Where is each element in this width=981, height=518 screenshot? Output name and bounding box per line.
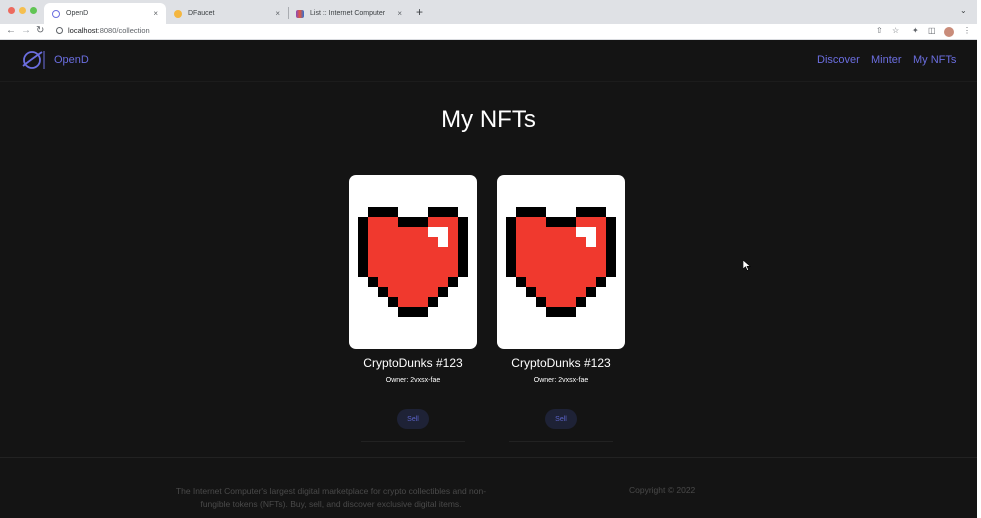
page: OpenD Discover Minter My NFTs My NFTs Cr… (0, 40, 977, 518)
app-header: OpenD Discover Minter My NFTs (0, 40, 977, 82)
footer-description: The Internet Computer's largest digital … (175, 486, 487, 509)
tab-opend[interactable]: OpenD × (44, 3, 166, 24)
nft-card[interactable]: CryptoDunks #123 Owner: 2vxsx-fae Sell (497, 175, 625, 442)
tab-internet-computer[interactable]: List :: Internet Computer × (288, 3, 410, 24)
maximize-window-button[interactable] (30, 7, 37, 14)
nft-owner: Owner: 2vxsx-fae (385, 377, 441, 384)
close-tab-icon[interactable]: × (275, 9, 280, 18)
nft-image[interactable] (349, 175, 477, 349)
footer-divider (0, 457, 977, 458)
info-icon[interactable] (56, 27, 63, 34)
card-divider (509, 441, 613, 442)
url-host: localhost (68, 26, 98, 35)
new-tab-button[interactable]: + (416, 5, 423, 19)
nav-minter[interactable]: Minter (871, 54, 902, 66)
share-icon[interactable]: ⇧ (876, 26, 883, 35)
more-icon[interactable]: ⋮ (963, 26, 971, 35)
brand-name[interactable]: OpenD (54, 54, 89, 66)
nav-my-nfts[interactable]: My NFTs (913, 54, 956, 66)
url-field[interactable]: localhost:8080/collection (68, 26, 150, 35)
sell-button[interactable]: Sell (545, 409, 577, 429)
tab-search-icon[interactable]: ⌄ (960, 6, 967, 15)
ic-favicon-icon (296, 9, 304, 18)
reload-icon[interactable]: ↻ (36, 25, 44, 36)
tab-title: List :: Internet Computer (310, 10, 386, 17)
opend-favicon-icon (52, 9, 60, 18)
pixel-heart-icon (506, 207, 616, 317)
pixel-heart-icon (358, 207, 468, 317)
tab-title: DFaucet (188, 10, 215, 17)
page-title: My NFTs (441, 106, 536, 133)
browser-tab-bar: OpenD × DFaucet × List :: Internet Compu… (0, 0, 977, 24)
forward-icon[interactable]: → (21, 25, 31, 36)
nft-card[interactable]: CryptoDunks #123 Owner: 2vxsx-fae Sell (349, 175, 477, 442)
close-tab-icon[interactable]: × (153, 9, 158, 18)
dfaucet-favicon-icon (174, 9, 182, 18)
sidebar-icon[interactable]: ◫ (928, 26, 936, 35)
avatar[interactable] (944, 27, 954, 37)
card-divider (361, 441, 465, 442)
close-tab-icon[interactable]: × (397, 9, 402, 18)
puzzle-icon[interactable]: ✦ (912, 26, 919, 35)
url-path: :8080/collection (97, 26, 150, 35)
nft-name: CryptoDunks #123 (363, 356, 463, 370)
minimize-window-button[interactable] (19, 7, 26, 14)
tab-dfaucet[interactable]: DFaucet × (166, 3, 288, 24)
cursor-icon (743, 260, 751, 271)
planet-logo-icon[interactable] (21, 49, 45, 71)
nav-discover[interactable]: Discover (817, 54, 860, 66)
nft-owner: Owner: 2vxsx-fae (533, 377, 589, 384)
sell-button[interactable]: Sell (397, 409, 429, 429)
nft-name: CryptoDunks #123 (511, 356, 611, 370)
footer-copyright: Copyright © 2022 (629, 485, 696, 495)
tab-title: OpenD (66, 10, 89, 17)
back-icon[interactable]: ← (6, 25, 16, 36)
star-icon[interactable]: ☆ (892, 26, 899, 35)
address-bar: ← → ↻ localhost:8080/collection ⇧ ☆ ✦ ◫ … (0, 24, 977, 40)
close-window-button[interactable] (8, 7, 15, 14)
nft-image[interactable] (497, 175, 625, 349)
